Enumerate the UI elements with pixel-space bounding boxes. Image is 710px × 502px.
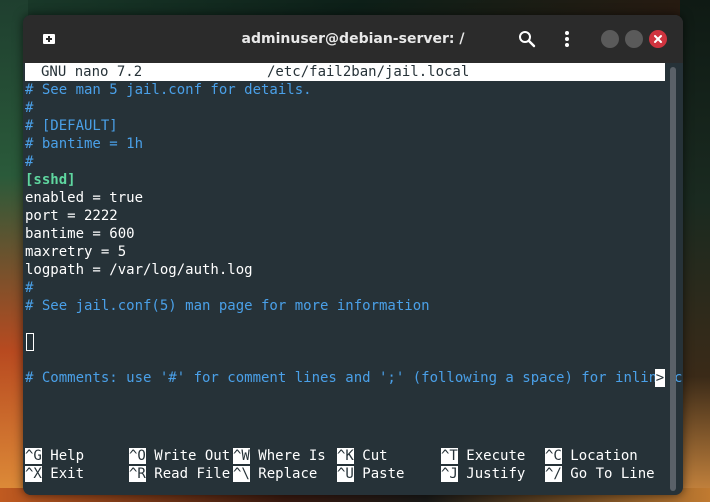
maximize-icon[interactable] bbox=[625, 30, 643, 48]
shortcut-key: ^R bbox=[129, 466, 146, 482]
shortcut-execute: ^T Execute bbox=[441, 447, 525, 465]
terminal-window: adminuser@debian-server: / GNU nano 7.2 … bbox=[23, 15, 683, 495]
shortcut-key: ^C bbox=[545, 448, 562, 464]
new-tab-icon[interactable] bbox=[37, 27, 61, 51]
editor-line: maxretry = 5 bbox=[25, 244, 127, 260]
kebab-menu-icon[interactable] bbox=[555, 27, 579, 51]
editor-line: port = 2222 bbox=[25, 208, 118, 224]
shortcut-label: Justify bbox=[466, 466, 526, 482]
shortcut-exit: ^X Exit bbox=[25, 465, 84, 483]
window-title: adminuser@debian-server: / bbox=[241, 31, 465, 47]
editor-line: bantime = 600 bbox=[25, 226, 135, 242]
shortcut-justify: ^J Justify bbox=[441, 465, 525, 483]
editor-line: # bbox=[25, 100, 34, 116]
editor-line: [sshd] bbox=[25, 172, 76, 188]
editor-line: # bbox=[25, 280, 34, 296]
editor-line: # bantime = 1h bbox=[25, 136, 144, 152]
shortcut-label: Write Out bbox=[154, 448, 231, 464]
shortcut-write-out: ^O Write Out bbox=[129, 447, 230, 465]
shortcut-key: ^X bbox=[25, 466, 42, 482]
shortcut-key: ^/ bbox=[545, 466, 562, 482]
editor-line: enabled = true bbox=[25, 190, 144, 206]
editor-line: # See jail.conf(5) man page for more inf… bbox=[25, 298, 430, 314]
editor-line: # bbox=[25, 154, 34, 170]
shortcut-cut: ^K Cut bbox=[337, 447, 388, 465]
shortcut-label: Help bbox=[50, 448, 85, 464]
shortcut-paste: ^U Paste bbox=[337, 465, 404, 483]
scrollbar[interactable] bbox=[670, 67, 676, 491]
terminal-area[interactable]: GNU nano 7.2/etc/fail2ban/jail.local # S… bbox=[25, 63, 683, 495]
shortcut-key: ^W bbox=[233, 448, 250, 464]
shortcut-key: ^T bbox=[441, 448, 458, 464]
shortcut-label: Cut bbox=[362, 448, 388, 464]
text-cursor bbox=[26, 333, 34, 351]
line-overflow-marker: > bbox=[655, 369, 665, 387]
close-icon[interactable] bbox=[649, 30, 667, 48]
shortcut-label: Execute bbox=[466, 448, 526, 464]
shortcut-label: Where Is bbox=[258, 448, 326, 464]
file-path: /etc/fail2ban/jail.local bbox=[267, 64, 470, 80]
shortcut-key: ^\ bbox=[233, 466, 250, 482]
shortcut-replace: ^\ Replace bbox=[233, 465, 317, 483]
shortcut-label: Exit bbox=[50, 466, 85, 482]
scrollbar-thumb[interactable] bbox=[670, 67, 676, 491]
shortcut-label: Go To Line bbox=[570, 466, 655, 482]
shortcut-label: Location bbox=[570, 448, 638, 464]
shortcut-read-file: ^R Read File bbox=[129, 465, 230, 483]
editor-line: # See man 5 jail.conf for details. bbox=[25, 82, 312, 98]
shortcut-key: ^O bbox=[129, 448, 146, 464]
minimize-icon[interactable] bbox=[601, 30, 619, 48]
nano-version: GNU nano 7.2 bbox=[41, 64, 143, 80]
shortcut-help: ^G Help bbox=[25, 447, 84, 465]
search-icon[interactable] bbox=[515, 27, 539, 51]
shortcut-key: ^U bbox=[337, 466, 354, 482]
nano-title-bar: GNU nano 7.2/etc/fail2ban/jail.local bbox=[25, 63, 665, 81]
editor-line: # [DEFAULT] bbox=[25, 118, 118, 134]
title-bar[interactable]: adminuser@debian-server: / bbox=[23, 15, 683, 63]
shortcut-where-is: ^W Where Is bbox=[233, 447, 326, 465]
shortcut-label: Paste bbox=[362, 466, 405, 482]
editor-line: # Comments: use '#' for comment lines an… bbox=[25, 370, 683, 386]
shortcut-label: Replace bbox=[258, 466, 318, 482]
desktop-wallpaper-right bbox=[680, 0, 710, 502]
shortcut-go-to-line: ^/ Go To Line bbox=[545, 465, 655, 483]
shortcut-key: ^J bbox=[441, 466, 458, 482]
shortcut-key: ^K bbox=[337, 448, 354, 464]
shortcut-label: Read File bbox=[154, 466, 231, 482]
editor-line: logpath = /var/log/auth.log bbox=[25, 262, 253, 278]
shortcut-location: ^C Location bbox=[545, 447, 638, 465]
shortcut-key: ^G bbox=[25, 448, 42, 464]
